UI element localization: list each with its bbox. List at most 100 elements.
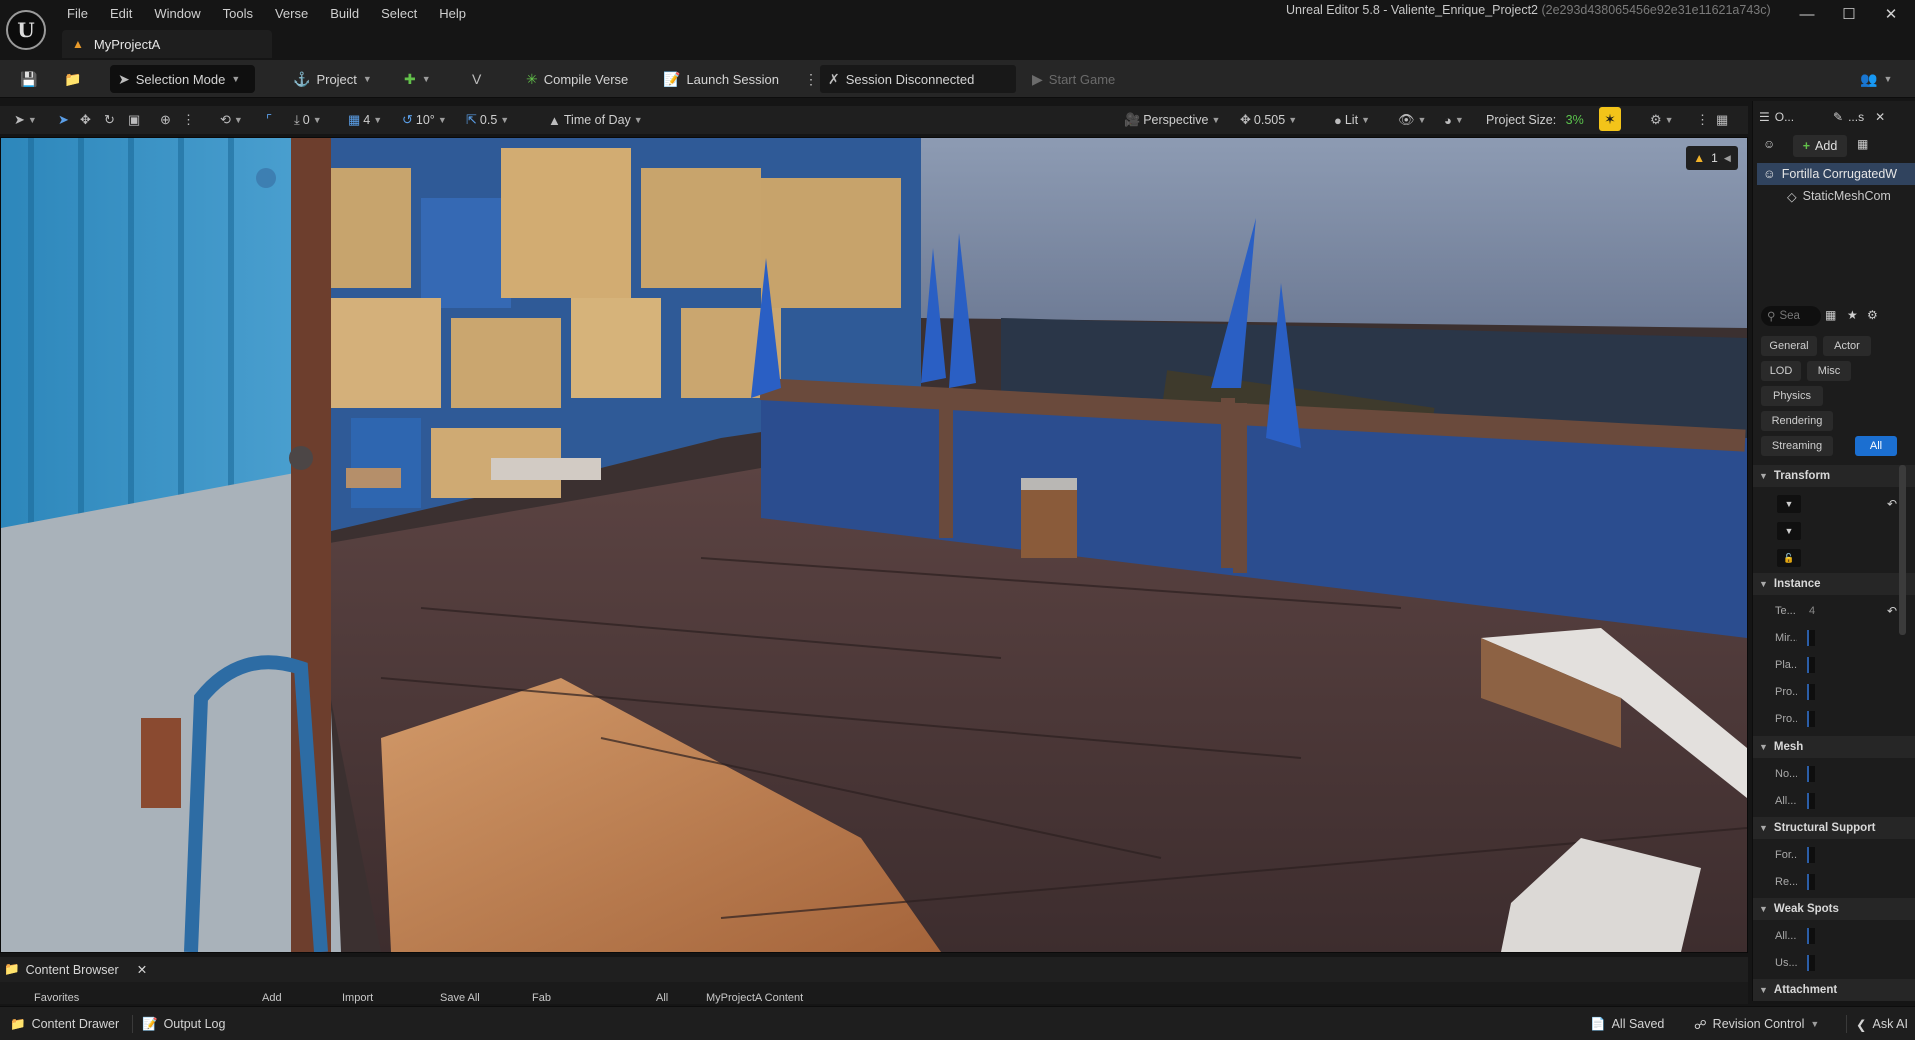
category-transform[interactable]: ▼ Transform [1753,465,1915,487]
add-button[interactable]: Add [262,992,282,1004]
prop-value-field[interactable] [1807,928,1815,944]
grid-snap-dropdown[interactable]: ▦ 4 ▼ [348,109,382,131]
launch-session-button[interactable]: 📝 Launch Session [655,65,787,93]
prop-instance-4[interactable]: Pro... [1753,708,1915,730]
perspective-dropdown[interactable]: 🎥 Perspective ▼ [1124,109,1220,131]
prop-instance-2[interactable]: Pla... [1753,654,1915,676]
menu-tools[interactable]: Tools [212,4,264,24]
menu-build[interactable]: Build [319,4,370,24]
filter-all[interactable]: All [1855,436,1897,456]
import-button[interactable]: Import [342,992,373,1004]
close-window-button[interactable]: ✕ [1874,2,1908,26]
add-content-dropdown[interactable]: ✚ ▼ [396,65,439,93]
prop-value-field[interactable] [1807,630,1815,646]
settings-icon[interactable]: ⚙ [1867,302,1878,328]
details-search[interactable]: ⚲ Sea [1761,306,1821,326]
angle-snap-dropdown[interactable]: ↺ 10° ▼ [402,109,447,131]
menu-verse[interactable]: Verse [264,4,319,24]
rotate-icon[interactable]: ↻ [104,109,115,131]
prop-structural-1[interactable]: Re... [1753,871,1915,893]
viewport-warning-badge[interactable]: ▲ 1 ◀ [1686,146,1738,170]
prop-instance-1[interactable]: Mir... [1753,627,1915,649]
category-instance[interactable]: ▼ Instance [1753,573,1915,595]
content-browser-tab[interactable]: 📁 Content Browser ✕ [4,957,147,982]
filter-streaming[interactable]: Streaming [1761,436,1833,456]
filter-physics[interactable]: Physics [1761,386,1823,406]
prop-value-field[interactable] [1807,711,1815,727]
project-dropdown[interactable]: ⚓ Project ▼ [285,65,380,93]
menu-select[interactable]: Select [370,4,428,24]
rotation-snap-dropdown[interactable]: ⤓ 0 ▼ [294,109,322,131]
output-log-button[interactable]: 📝 Output Log [136,1012,231,1036]
project-tab[interactable]: ▲ MyProjectA [62,30,272,58]
level-viewport[interactable]: ▲ 1 ◀ [0,137,1748,953]
view-mode-dropdown[interactable]: ● Lit ▼ [1334,109,1370,131]
all-saved-button[interactable]: 📄 All Saved [1584,1012,1670,1036]
content-drawer-button[interactable]: 📁 Content Drawer [4,1012,125,1036]
favorites-label[interactable]: Favorites [34,992,79,1004]
scale-icon[interactable]: ▣ [128,109,140,131]
show-dropdown[interactable]: 👁 ▼ [1398,109,1426,131]
location-dropdown[interactable]: ▼ [1777,495,1801,513]
layout-icon[interactable]: ▦ [1716,109,1728,131]
category-structural-support[interactable]: ▼ Structural Support [1753,817,1915,839]
start-game-button[interactable]: ▶ Start Game [1024,65,1123,93]
reset-icon[interactable]: ↶ [1887,598,1897,624]
add-component-button[interactable]: + Add [1793,135,1847,157]
snap-icon[interactable]: ⌜ [266,109,272,131]
prop-value-field[interactable] [1807,874,1815,890]
session-status[interactable]: ✗ Session Disconnected [820,65,1016,93]
menu-window[interactable]: Window [143,4,211,24]
details-scrollbar[interactable] [1899,465,1906,635]
close-tab-icon[interactable]: ✕ [1875,110,1885,124]
menu-edit[interactable]: Edit [99,4,143,24]
prop-mesh-1[interactable]: All... [1753,790,1915,812]
unreal-logo[interactable]: U [6,10,46,50]
viewport-options-icon[interactable]: ⋮ [1696,109,1709,131]
save-all-button[interactable]: Save All [440,992,480,1004]
realtime-toggle[interactable]: ✶ [1599,107,1621,131]
filter-general[interactable]: General [1761,336,1817,356]
minimize-button[interactable]: — [1790,2,1824,26]
prop-mesh-0[interactable]: No... [1753,763,1915,785]
blueprint-icon[interactable]: ▦ [1857,131,1868,157]
select-tool-dropdown[interactable]: ➤ ▼ [14,109,37,131]
rotation-dropdown[interactable]: ▼ [1777,522,1801,540]
ask-ai-button[interactable]: ❮ Ask AI [1850,1012,1914,1036]
breadcrumb-all[interactable]: All [656,992,668,1004]
category-attachment[interactable]: ▼ Attachment [1753,979,1915,1001]
outliner-tab[interactable]: ☰ O... [1759,104,1794,130]
breadcrumb-content[interactable]: MyProjectA Content [706,992,803,1004]
category-mesh[interactable]: ▼ Mesh [1753,736,1915,758]
revision-control-button[interactable]: ☍ Revision Control ▼ [1688,1012,1825,1036]
close-tab-icon[interactable]: ✕ [137,962,147,977]
prop-value-field[interactable] [1807,847,1815,863]
save-icon[interactable]: 💾 [12,65,45,93]
table-view-icon[interactable]: ▦ [1825,302,1836,328]
performance-dropdown[interactable]: ◕ ▼ [1444,109,1464,131]
category-weak-spots[interactable]: ▼ Weak Spots [1753,898,1915,920]
users-icon[interactable]: 👥 ▼ [1852,65,1900,93]
camera-speed-dropdown[interactable]: ✥ 0.505 ▼ [1240,109,1297,131]
prop-value-field[interactable] [1807,657,1815,673]
filter-misc[interactable]: Misc [1807,361,1851,381]
star-icon[interactable]: ★ [1847,302,1858,328]
prop-instance-3[interactable]: Pro... [1753,681,1915,703]
more-icon[interactable]: ⋮ [182,109,195,131]
surface-snap-dropdown[interactable]: ⟲ ▼ [220,109,243,131]
prop-value-field[interactable] [1807,793,1815,809]
prop-structural-0[interactable]: For... [1753,844,1915,866]
fab-button[interactable]: Fab [532,992,551,1004]
maximize-button[interactable]: ☐ [1832,2,1866,26]
filter-rendering[interactable]: Rendering [1761,411,1833,431]
details-tab[interactable]: ✎ ...s ✕ [1833,104,1885,130]
component-root[interactable]: ☺ Fortilla CorrugatedW [1757,163,1915,185]
select-arrow-icon[interactable]: ➤ [58,109,69,131]
selection-mode-dropdown[interactable]: ➤ Selection Mode ▼ [110,65,255,93]
prop-weak-1[interactable]: Us... [1753,952,1915,974]
verse-icon[interactable]: V [464,65,489,93]
settings-dropdown[interactable]: ⚙ ▼ [1650,109,1674,131]
prop-value-field[interactable] [1807,684,1815,700]
prop-weak-0[interactable]: All... [1753,925,1915,947]
menu-file[interactable]: File [56,4,99,24]
